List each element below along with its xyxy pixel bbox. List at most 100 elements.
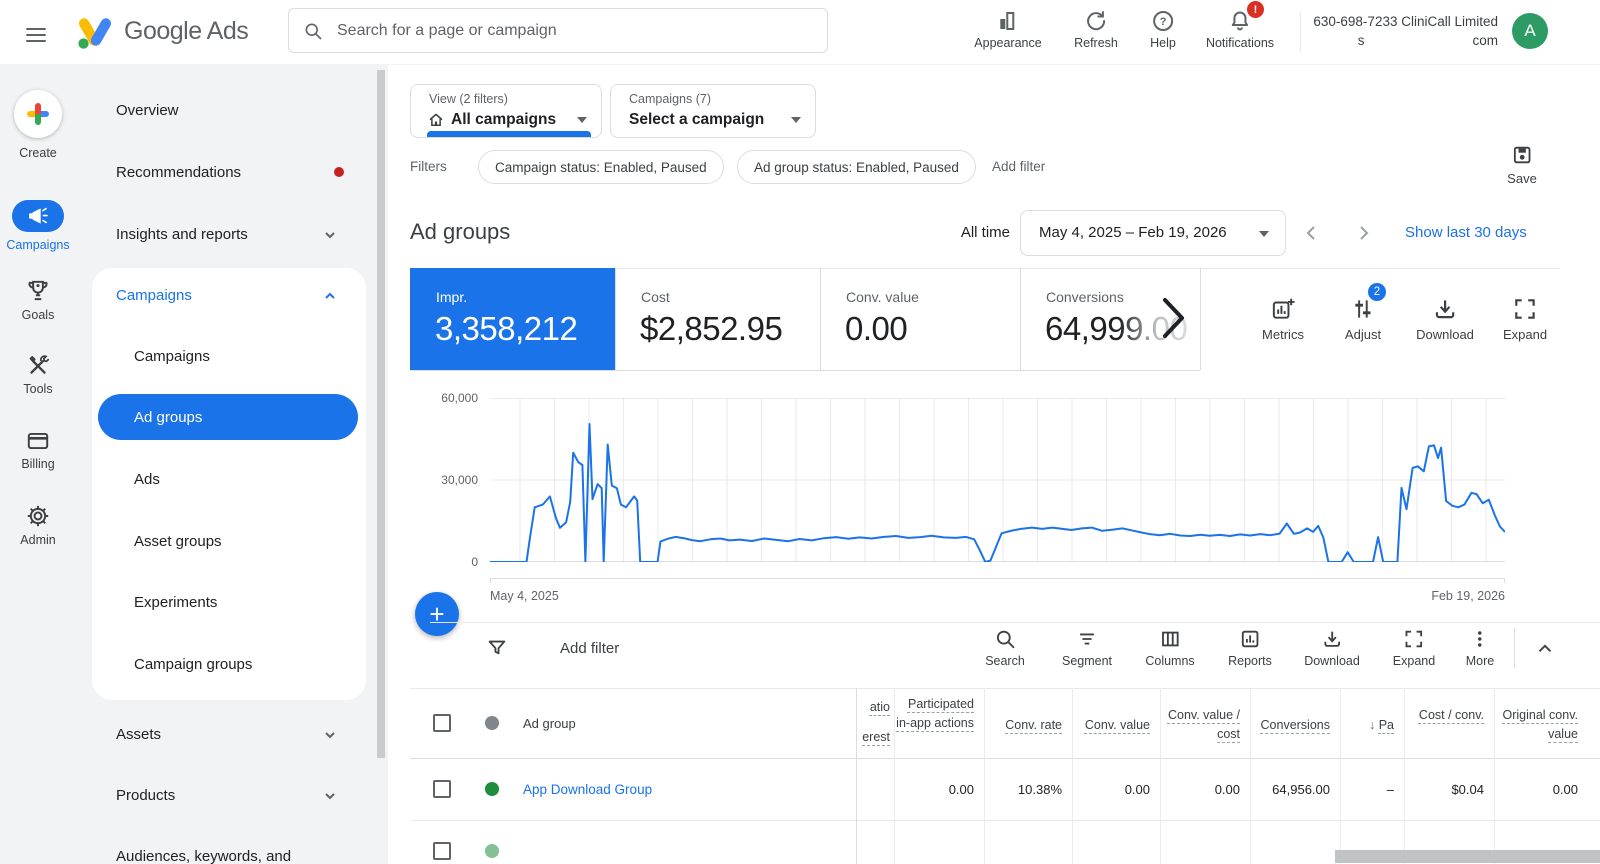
avatar[interactable]: A	[1512, 13, 1548, 49]
cell-sorted: –	[1340, 782, 1394, 797]
status-enabled-dot[interactable]	[485, 782, 499, 796]
chevron-down-icon[interactable]	[324, 729, 336, 741]
search-icon	[994, 628, 1016, 650]
table-segment-button[interactable]: Segment	[1062, 628, 1112, 668]
rail-item-tools[interactable]	[25, 352, 51, 378]
column-header-ad-group[interactable]: Ad group	[523, 716, 576, 731]
table-add-filter[interactable]: Add filter	[560, 640, 619, 657]
scorecard-cost[interactable]: Cost $2,852.95	[615, 268, 820, 370]
sidebar-item-campaign-groups[interactable]: Campaign groups	[134, 656, 252, 673]
expand-button[interactable]: Expand	[1503, 296, 1547, 342]
download-button[interactable]: Download	[1416, 296, 1474, 342]
column-header-conv-value-cost[interactable]: Conv. value / cost	[1160, 706, 1240, 744]
column-header-sorted[interactable]: ↓ Pa	[1340, 716, 1394, 735]
help-button[interactable]: ? Help	[1150, 9, 1176, 50]
column-header-participated[interactable]: Participated in-app actions	[894, 695, 974, 733]
date-next-icon[interactable]	[1359, 225, 1369, 241]
column-header-conv-rate[interactable]: Conv. rate	[984, 716, 1062, 735]
column-header-partial-bottom[interactable]: erest	[856, 728, 890, 747]
sidebar-item-overview[interactable]: Overview	[116, 102, 179, 119]
view-selector[interactable]: View (2 filters) All campaigns	[410, 84, 602, 138]
column-header-conversions[interactable]: Conversions	[1250, 716, 1330, 735]
scorecard-value: 0.00	[845, 310, 907, 348]
cell-original-conv-value: 0.00	[1494, 782, 1578, 797]
main-menu-icon[interactable]	[26, 24, 46, 46]
campaign-selector[interactable]: Campaigns (7) Select a campaign	[610, 84, 816, 138]
sidebar-item-ads[interactable]: Ads	[134, 471, 160, 488]
status-enabled-dot[interactable]	[485, 844, 499, 858]
appearance-button[interactable]: Appearance	[974, 9, 1041, 50]
rail-item-campaigns[interactable]	[12, 200, 64, 232]
global-search[interactable]	[288, 8, 828, 53]
sidebar-item-insights[interactable]: Insights and reports	[116, 226, 248, 243]
card-separator	[1020, 268, 1021, 370]
chevron-down-icon[interactable]	[324, 790, 336, 802]
rail-item-billing[interactable]	[25, 428, 51, 454]
sidebar-item-campaigns[interactable]: Campaigns	[134, 348, 210, 365]
cell-conv-value: 0.00	[1072, 782, 1150, 797]
filter-funnel-icon[interactable]	[486, 637, 508, 659]
sidebar-item-ad-groups-active[interactable]: Ad groups	[98, 394, 358, 440]
gear-icon	[25, 503, 51, 529]
date-range-picker[interactable]: May 4, 2025 – Feb 19, 2026	[1020, 210, 1286, 256]
sidebar-item-recommendations[interactable]: Recommendations	[116, 164, 241, 181]
table-more-button[interactable]: More	[1466, 628, 1494, 668]
column-header-partial-top[interactable]: atio	[856, 698, 890, 717]
scorecard-value: $2,852.95	[640, 310, 782, 348]
account-info[interactable]: 630-698-7233 CliniCall Limited scom	[1308, 12, 1498, 50]
reports-label: Reports	[1228, 654, 1272, 668]
scorecard-conv-value[interactable]: Conv. value 0.00	[820, 268, 1020, 370]
column-border	[1340, 688, 1341, 864]
ad-group-link[interactable]: App Download Group	[523, 782, 652, 797]
table-search-button[interactable]: Search	[985, 628, 1025, 668]
table-reports-button[interactable]: Reports	[1228, 628, 1272, 668]
global-search-input[interactable]	[335, 21, 813, 41]
rail-item-admin[interactable]	[25, 503, 51, 529]
save-button[interactable]: Save	[1507, 144, 1537, 186]
select-all-checkbox[interactable]	[433, 714, 451, 732]
metrics-button[interactable]: Metrics	[1262, 296, 1304, 342]
sidebar-item-products[interactable]: Products	[116, 787, 175, 804]
appearance-label: Appearance	[974, 36, 1041, 50]
y-axis-tick-60000: 60,000	[418, 391, 478, 405]
row-checkbox[interactable]	[433, 780, 451, 798]
filter-chip-ad-group-status[interactable]: Ad group status: Enabled, Paused	[737, 150, 976, 184]
chevron-down-icon[interactable]	[324, 229, 336, 241]
add-filter-link[interactable]: Add filter	[992, 159, 1045, 174]
column-header-cost-conv[interactable]: Cost / conv.	[1404, 706, 1484, 725]
scroll-cards-right-icon[interactable]	[1158, 296, 1188, 340]
metrics-icon	[1270, 296, 1296, 322]
collapse-chevron-up-icon[interactable]	[1534, 638, 1556, 660]
create-button[interactable]	[14, 90, 62, 138]
account-name: 630-698-7233 CliniCall Limited	[1308, 12, 1498, 31]
help-label: Help	[1150, 36, 1176, 50]
table-expand-button[interactable]: Expand	[1393, 628, 1435, 668]
rail-item-goals[interactable]	[25, 278, 51, 304]
table-columns-button[interactable]: Columns	[1145, 628, 1194, 668]
add-fab-button[interactable]: +	[415, 592, 459, 636]
table-download-button[interactable]: Download	[1304, 628, 1360, 668]
chevron-up-icon[interactable]	[324, 290, 336, 302]
cell-cost-conv: $0.04	[1404, 782, 1484, 797]
sidebar-item-audiences[interactable]: Audiences, keywords, and	[116, 848, 291, 864]
brand-title: Google Ads	[124, 17, 248, 46]
notifications-button[interactable]: Notifications	[1206, 9, 1274, 50]
download-icon	[1321, 628, 1343, 650]
sidebar-scrollbar[interactable]	[377, 70, 385, 758]
row-checkbox[interactable]	[433, 842, 451, 860]
sidebar-item-asset-groups[interactable]: Asset groups	[134, 533, 222, 550]
sidebar-item-assets[interactable]: Assets	[116, 726, 161, 743]
show-last-30-days-link[interactable]: Show last 30 days	[1405, 224, 1527, 241]
status-header-dot[interactable]	[485, 716, 499, 730]
table-header-bottom-border	[410, 758, 1600, 759]
sidebar-item-experiments[interactable]: Experiments	[134, 594, 217, 611]
scorecard-impressions-selected[interactable]: Impr. 3,358,212	[410, 268, 615, 370]
sidebar-item-campaigns-parent[interactable]: Campaigns	[116, 287, 192, 304]
column-header-conv-value[interactable]: Conv. value	[1072, 716, 1150, 735]
column-header-original-conv-value[interactable]: Original conv. value	[1494, 706, 1578, 744]
table-horizontal-scrollbar[interactable]	[1335, 850, 1600, 863]
date-prev-icon[interactable]	[1306, 225, 1316, 241]
refresh-button[interactable]: Refresh	[1074, 9, 1118, 50]
filter-chip-campaign-status[interactable]: Campaign status: Enabled, Paused	[478, 150, 724, 184]
adjust-button[interactable]: Adjust	[1345, 296, 1381, 342]
